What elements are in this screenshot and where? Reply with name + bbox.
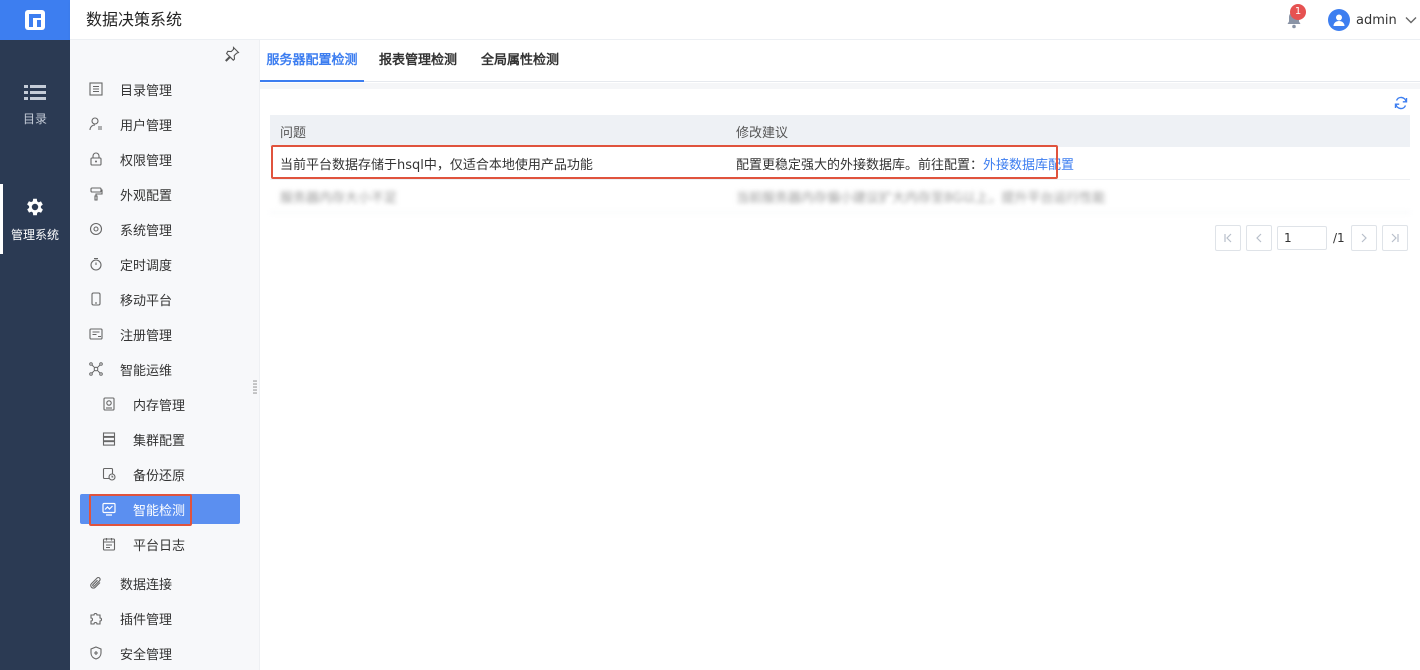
- memory-icon: [101, 396, 117, 412]
- sidebar-item-label: 系统管理: [120, 223, 173, 239]
- user-menu[interactable]: admin: [1328, 8, 1417, 32]
- sidebar-item-memory[interactable]: 内存管理: [80, 389, 240, 419]
- paperclip-icon: [88, 575, 104, 591]
- highlight-box-row: [271, 145, 1058, 179]
- page-total: /1: [1333, 231, 1345, 245]
- chevron-down-icon: [1405, 17, 1417, 24]
- sidebar-item-label: 外观配置: [120, 188, 173, 204]
- first-page-icon: [1224, 233, 1232, 243]
- sidebar-item-label: 内存管理: [133, 398, 186, 414]
- sidebar-item-backup[interactable]: 备份还原: [80, 459, 240, 489]
- issue-cell: 服务器内存大小不足: [280, 190, 398, 206]
- shield-icon: [88, 645, 104, 661]
- sidebar-item-label: 用户管理: [120, 118, 173, 134]
- sidebar-item-label: 安全管理: [120, 647, 173, 663]
- sidebar-item-cluster[interactable]: 集群配置: [80, 424, 240, 454]
- sidebar-item-logs[interactable]: 平台日志: [80, 529, 240, 559]
- drag-handle-icon[interactable]: [253, 380, 257, 394]
- rail-item-catalog[interactable]: 目录: [0, 70, 70, 140]
- puzzle-icon: [88, 610, 104, 626]
- chevron-right-icon: [1361, 233, 1367, 243]
- sidebar-item-schedule[interactable]: 定时调度: [80, 249, 240, 279]
- rail-item-management[interactable]: 管理系统: [0, 184, 70, 254]
- left-rail: 目录 管理系统: [0, 0, 70, 670]
- next-page-button[interactable]: [1350, 225, 1377, 251]
- sidebar-item-label: 注册管理: [120, 328, 173, 344]
- network-icon: [88, 361, 104, 377]
- sidebar-item-mobile[interactable]: 移动平台: [80, 284, 240, 314]
- tab-global-props[interactable]: 全局属性检测: [481, 40, 559, 82]
- prev-page-button[interactable]: [1246, 225, 1272, 251]
- sidebar-item-label: 数据连接: [120, 577, 173, 593]
- mobile-icon: [88, 291, 104, 307]
- settings-icon: [88, 221, 104, 237]
- sidebar-item-register[interactable]: 注册管理: [80, 319, 240, 349]
- paint-roller-icon: [88, 186, 104, 202]
- catalog-icon: [88, 81, 104, 97]
- sidebar-item-system[interactable]: 系统管理: [80, 214, 240, 244]
- column-header-issue: 问题: [280, 125, 307, 141]
- table-header: 问题 修改建议: [270, 115, 1410, 147]
- user-icon: [88, 116, 104, 132]
- sidebar-item-label: 权限管理: [120, 153, 173, 169]
- rail-item-label: 目录: [22, 111, 47, 126]
- app-logo[interactable]: [0, 0, 70, 40]
- app-title: 数据决策系统: [86, 10, 183, 29]
- first-page-button[interactable]: [1215, 225, 1241, 251]
- sidebar-item-security[interactable]: 安全管理: [80, 638, 240, 668]
- sidebar-item-appearance[interactable]: 外观配置: [80, 179, 240, 209]
- avatar: [1328, 9, 1350, 31]
- last-page-button[interactable]: [1381, 225, 1408, 251]
- list-icon: [24, 84, 46, 100]
- logo-icon: [25, 10, 45, 30]
- gear-icon: [27, 198, 43, 215]
- sidebar-item-catalog[interactable]: 目录管理: [80, 74, 240, 104]
- refresh-icon[interactable]: [1394, 96, 1408, 110]
- sidebar-item-users[interactable]: 用户管理: [80, 109, 240, 139]
- table-row: 服务器内存大小不足 当前服务器内存偏小建议扩大内存至8G以上，提升平台运行性能: [270, 180, 1410, 213]
- sidebar-item-label: 平台日志: [133, 538, 186, 554]
- sidebar-item-label: 定时调度: [120, 258, 173, 274]
- rail-item-label: 管理系统: [10, 227, 59, 242]
- page-number-input[interactable]: 1: [1277, 226, 1327, 250]
- last-page-icon: [1391, 233, 1399, 243]
- tab-bar: 服务器配置检测 报表管理检测 全局属性检测: [260, 40, 1420, 82]
- pin-icon[interactable]: [224, 46, 240, 62]
- user-avatar-icon: [1333, 14, 1345, 26]
- sidebar-item-plugins[interactable]: 插件管理: [80, 603, 240, 633]
- register-icon: [88, 326, 104, 342]
- sidebar-item-ops[interactable]: 智能运维: [80, 354, 240, 384]
- sidebar-item-label: 目录管理: [120, 83, 173, 99]
- sidebar-item-permissions[interactable]: 权限管理: [80, 144, 240, 174]
- tab-server-config[interactable]: 服务器配置检测: [260, 40, 364, 82]
- log-icon: [101, 536, 117, 552]
- content-divider: [260, 83, 1420, 89]
- sidebar-item-label: 集群配置: [133, 433, 186, 449]
- suggestion-cell: 当前服务器内存偏小建议扩大内存至8G以上，提升平台运行性能: [736, 190, 1106, 206]
- username: admin: [1356, 12, 1397, 28]
- sidebar-item-data-connection[interactable]: 数据连接: [80, 568, 240, 598]
- tab-report-check[interactable]: 报表管理检测: [379, 40, 457, 82]
- sidebar-item-label: 备份还原: [133, 468, 186, 484]
- cluster-icon: [101, 431, 117, 447]
- highlight-box-smart-check: [89, 494, 192, 526]
- lock-icon: [88, 151, 104, 167]
- column-header-suggestion: 修改建议: [736, 125, 789, 141]
- stopwatch-icon: [88, 256, 104, 272]
- sidebar-item-label: 移动平台: [120, 293, 173, 309]
- pagination: 1 /1: [1215, 225, 1408, 251]
- top-header: 数据决策系统 1 admin: [70, 0, 1420, 40]
- notification-badge: 1: [1290, 4, 1306, 20]
- sidebar-item-label: 插件管理: [120, 612, 173, 628]
- backup-icon: [101, 466, 117, 482]
- chevron-left-icon: [1256, 233, 1262, 243]
- sidebar-item-label: 智能运维: [120, 363, 173, 379]
